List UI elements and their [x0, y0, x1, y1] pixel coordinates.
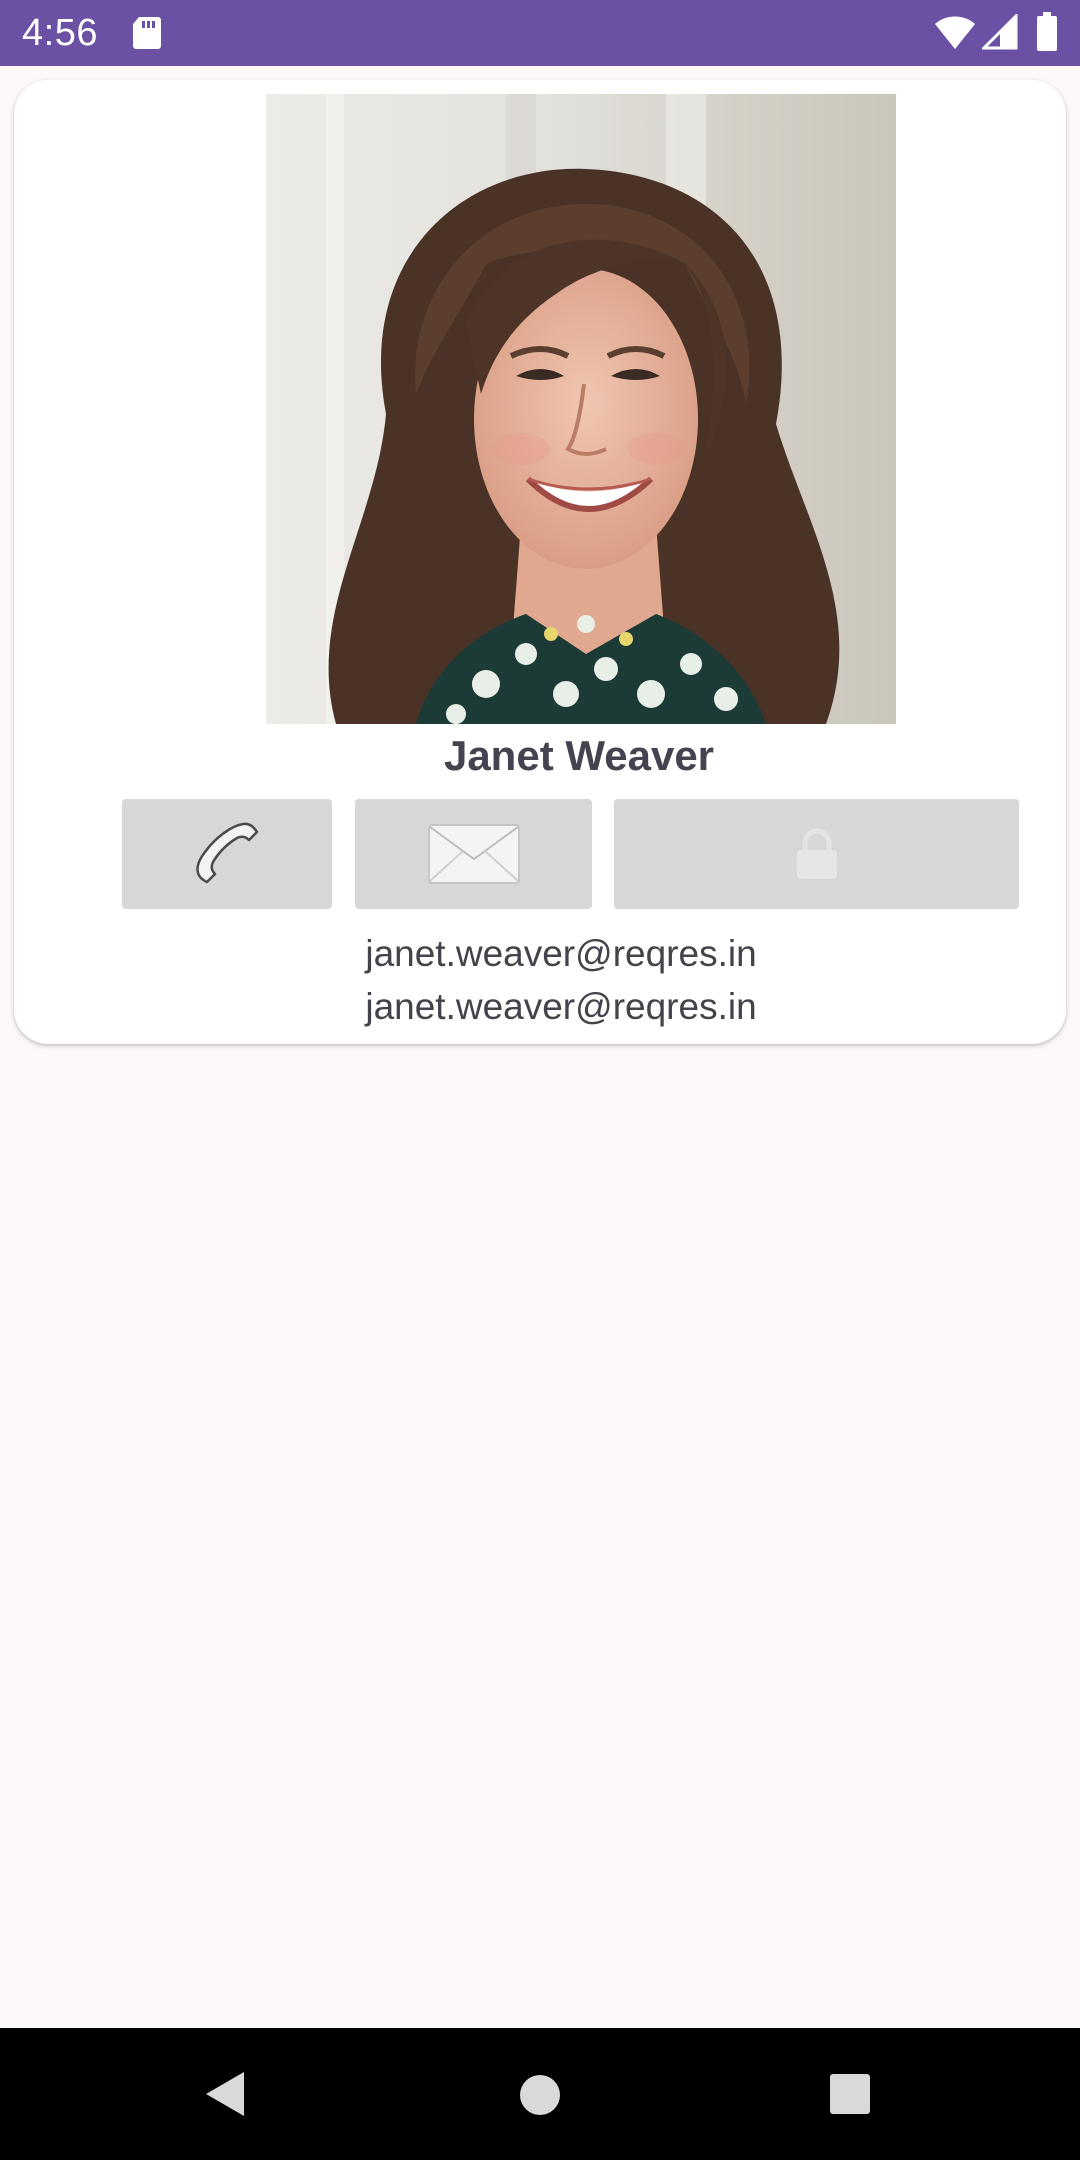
signal-icon — [982, 14, 1018, 50]
battery-icon — [1037, 12, 1057, 51]
email-text: janet.weaver@reqres.in — [365, 933, 757, 974]
recents-icon[interactable] — [829, 2073, 871, 2115]
profile-card: Janet Weaver janet.weaver@reqres.in jane… — [14, 80, 1066, 1044]
envelope-icon — [427, 824, 520, 884]
lock-icon — [796, 828, 837, 879]
status-time: 4:56 — [22, 12, 98, 54]
portrait-illustration — [266, 94, 896, 724]
wifi-icon — [935, 16, 975, 49]
contact-name: Janet Weaver — [443, 732, 715, 779]
email-text-secondary: janet.weaver@reqres.in — [365, 986, 757, 1027]
phone-icon — [196, 822, 259, 884]
lock-button[interactable] — [614, 799, 1019, 909]
back-icon[interactable] — [202, 2070, 246, 2118]
sd-card-icon — [133, 17, 161, 49]
email-button[interactable] — [355, 799, 592, 909]
status-bar: 4:56 — [0, 0, 1080, 66]
call-button[interactable] — [122, 799, 332, 909]
avatar-photo — [266, 94, 896, 724]
home-icon[interactable] — [519, 2074, 561, 2116]
